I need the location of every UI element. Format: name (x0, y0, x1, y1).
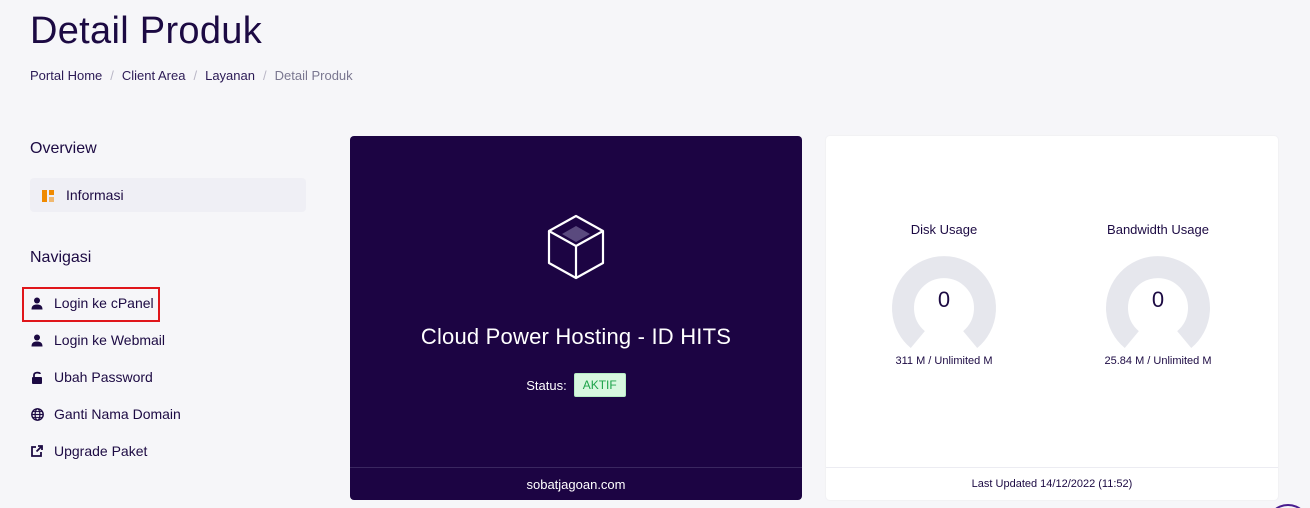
bandwidth-usage-title: Bandwidth Usage (1107, 222, 1209, 237)
nav-login-cpanel[interactable]: Login ke cPanel (30, 292, 154, 314)
breadcrumb-current: Detail Produk (274, 68, 353, 83)
bandwidth-usage-panel: Bandwidth Usage 0 25.84 M / Unlimited M (1078, 222, 1238, 367)
navigasi-heading: Navigasi (30, 249, 92, 266)
dashboard-icon (42, 189, 54, 202)
breadcrumb-separator: / (262, 68, 267, 83)
nav-item-label: Ganti Nama Domain (54, 406, 181, 422)
bandwidth-usage-gauge: 0 (1103, 251, 1213, 351)
bandwidth-usage-value: 0 (1151, 287, 1165, 312)
sidebar-item-label: Informasi (66, 187, 124, 203)
disk-usage-gauge: 0 (889, 251, 999, 351)
nav-item-label: Login ke cPanel (54, 295, 154, 311)
disk-usage-panel: Disk Usage 0 311 M / Unlimited M (864, 222, 1024, 367)
user-icon (30, 296, 44, 310)
product-card: Cloud Power Hosting - ID HITS Status: AK… (350, 136, 802, 500)
nav-ganti-nama-domain[interactable]: Ganti Nama Domain (30, 403, 181, 425)
lock-icon (30, 370, 44, 384)
status-label: Status: (526, 377, 567, 393)
breadcrumb-portal-home[interactable]: Portal Home (30, 68, 102, 83)
nav-ubah-password[interactable]: Ubah Password (30, 366, 153, 388)
cube-icon (546, 214, 606, 280)
nav-login-webmail[interactable]: Login ke Webmail (30, 329, 165, 351)
usage-card: Disk Usage 0 311 M / Unlimited M Bandwid… (826, 136, 1278, 500)
globe-icon (30, 407, 44, 421)
breadcrumb-client-area[interactable]: Client Area (122, 68, 186, 83)
status-row: Status: AKTIF (350, 373, 802, 397)
breadcrumb-layanan[interactable]: Layanan (205, 68, 255, 83)
chat-launcher-button[interactable] (1266, 504, 1310, 508)
disk-usage-title: Disk Usage (910, 222, 978, 237)
nav-item-label: Upgrade Paket (54, 443, 148, 459)
disk-usage-detail: 311 M / Unlimited M (895, 355, 993, 367)
product-domain: sobatjagoan.com (350, 467, 802, 500)
breadcrumb-separator: / (193, 68, 198, 83)
page-title: Detail Produk (30, 10, 263, 52)
status-badge: AKTIF (573, 373, 626, 397)
overview-heading: Overview (30, 140, 97, 157)
disk-usage-value: 0 (937, 287, 951, 312)
user-icon (30, 333, 44, 347)
external-link-icon (30, 444, 44, 458)
last-updated: Last Updated 14/12/2022 (11:52) (826, 467, 1278, 500)
breadcrumb-separator: / (110, 68, 114, 83)
sidebar-item-informasi[interactable]: Informasi (30, 178, 306, 212)
nav-upgrade-paket[interactable]: Upgrade Paket (30, 440, 147, 462)
product-name: Cloud Power Hosting - ID HITS (420, 324, 732, 349)
nav-item-label: Ubah Password (54, 369, 153, 385)
bandwidth-usage-detail: 25.84 M / Unlimited M (1104, 355, 1212, 367)
breadcrumb: Portal Home / Client Area / Layanan / De… (30, 68, 353, 83)
nav-item-label: Login ke Webmail (54, 332, 166, 348)
